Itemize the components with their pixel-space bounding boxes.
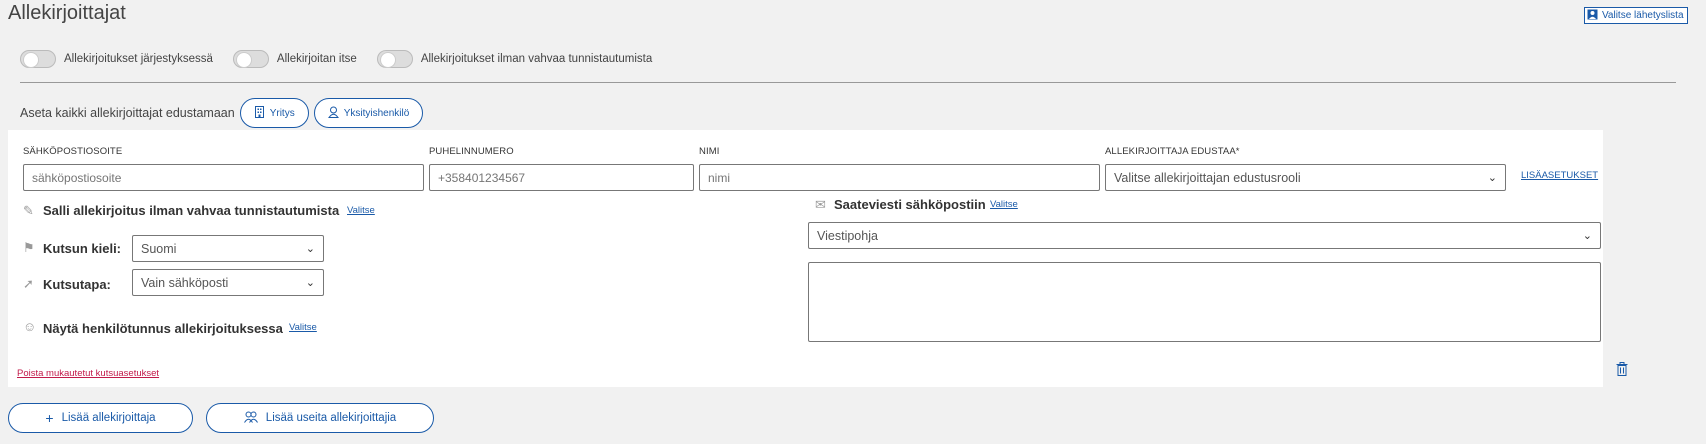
message-template-select[interactable]: Viestipohja ⌄ — [808, 222, 1601, 249]
toggle-row: Allekirjoitukset järjestyksessä Allekirj… — [20, 50, 672, 68]
trash-icon[interactable] — [1616, 362, 1628, 381]
toggle-switch-weak-auth[interactable] — [376, 50, 413, 68]
cover-message-textarea[interactable] — [808, 262, 1601, 342]
allow-weak-auth-link[interactable]: Valitse — [347, 205, 375, 216]
remove-custom-settings-link[interactable]: Poista mukautetut kutsuasetukset — [17, 368, 159, 379]
phone-input[interactable] — [429, 164, 694, 191]
representation-label: Aseta kaikki allekirjoittajat edustamaan — [20, 106, 235, 120]
add-signer-button[interactable]: + Lisää allekirjoittaja — [8, 403, 193, 433]
email-input[interactable] — [23, 164, 424, 191]
toggle-switch-ordered[interactable] — [20, 50, 56, 68]
toggle-switch-sign-self[interactable] — [232, 50, 269, 68]
invitation-method-label: Kutsutapa: — [43, 277, 111, 292]
add-multiple-signers-button[interactable]: Lisää useita allekirjoittajia — [206, 403, 434, 433]
edit-icon: ✎ — [23, 203, 34, 218]
divider — [20, 82, 1676, 83]
company-button[interactable]: Yritys — [239, 98, 309, 128]
person-icon: ☺ — [23, 319, 37, 334]
language-select-value: Suomi — [141, 241, 177, 256]
name-label: NIMI — [699, 146, 720, 157]
message-template-value: Viestipohja — [817, 228, 878, 243]
more-settings-link[interactable]: LISÄASETUKSET — [1521, 170, 1598, 181]
role-select-value: Valitse allekirjoittajan edustusrooli — [1114, 170, 1301, 185]
toggle-ordered: Allekirjoitukset järjestyksessä — [20, 50, 213, 68]
select-mailing-list-label: Valitse lähetyslista — [1602, 10, 1684, 21]
phone-label: PUHELINNUMERO — [429, 146, 514, 157]
chevron-down-icon: ⌄ — [305, 277, 315, 289]
toggle-label: Allekirjoitukset järjestyksessä — [64, 53, 213, 65]
toggle-weak-auth: Allekirjoitukset ilman vahvaa tunnistaut… — [376, 50, 653, 68]
representation-row: Aseta kaikki allekirjoittajat edustamaan… — [20, 98, 424, 128]
contact-list-icon — [1587, 9, 1598, 23]
chevron-down-icon: ⌄ — [305, 243, 315, 255]
cover-message-link[interactable]: Valitse — [990, 199, 1018, 210]
add-signer-label: Lisää allekirjoittaja — [61, 412, 156, 424]
private-person-button-label: Yksityishenkilö — [343, 107, 410, 119]
chevron-down-icon: ⌄ — [1487, 172, 1497, 184]
toggle-label: Allekirjoitan itse — [276, 53, 357, 65]
allow-weak-auth-label: Salli allekirjoitus ilman vahvaa tunnist… — [43, 203, 340, 218]
page-title: Allekirjoittajat — [8, 2, 126, 24]
email-label: SÄHKÖPOSTIOSOITE — [23, 146, 123, 157]
chevron-down-icon: ⌄ — [1582, 230, 1592, 242]
show-id-link[interactable]: Valitse — [289, 322, 317, 333]
toggle-sign-self: Allekirjoitan itse — [232, 50, 357, 68]
show-id-label: Näytä henkilötunnus allekirjoituksessa — [43, 321, 283, 336]
add-multiple-signers-label: Lisää useita allekirjoittajia — [265, 412, 397, 424]
plus-icon: + — [45, 410, 54, 426]
person-icon — [327, 106, 339, 121]
company-button-label: Yritys — [269, 107, 295, 119]
invitation-method-select[interactable]: Vain sähköposti ⌄ — [132, 269, 324, 296]
role-select[interactable]: Valitse allekirjoittajan edustusrooli ⌄ — [1105, 164, 1506, 191]
cover-message-label: Saateviesti sähköpostiin — [834, 197, 986, 212]
people-icon — [243, 411, 258, 426]
flag-icon: ⚑ — [23, 240, 35, 255]
role-label: ALLEKIRJOITTAJA EDUSTAA* — [1105, 146, 1240, 157]
invitation-method-value: Vain sähköposti — [141, 275, 229, 290]
toggle-label: Allekirjoitukset ilman vahvaa tunnistaut… — [420, 53, 653, 65]
private-person-button[interactable]: Yksityishenkilö — [313, 98, 424, 128]
language-select[interactable]: Suomi ⌄ — [132, 235, 324, 262]
name-input[interactable] — [699, 164, 1100, 191]
mail-icon: ✉ — [815, 197, 826, 212]
send-arrow-icon: ➚ — [23, 276, 34, 291]
select-mailing-list-button[interactable]: Valitse lähetyslista — [1584, 7, 1688, 24]
language-label: Kutsun kieli: — [43, 241, 122, 256]
building-icon — [254, 105, 265, 121]
